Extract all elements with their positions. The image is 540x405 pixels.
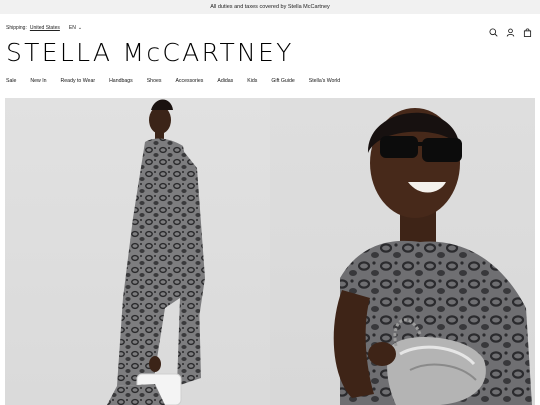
nav-item-stellas-world[interactable]: Stella's World [309,78,340,84]
hero-image-left[interactable] [5,98,270,405]
nav-item-new-in[interactable]: New In [30,78,46,84]
search-icon[interactable] [489,24,498,37]
brand-logo[interactable]: STELLA McCARTNEY [6,38,306,68]
shipping-country[interactable]: United States [30,25,60,31]
hero-banner[interactable] [5,98,535,405]
language-selector[interactable]: EN ⌄ [69,25,82,31]
nav-item-sale[interactable]: Sale [6,78,16,84]
bag-icon[interactable] [523,24,532,37]
language-label: EN [68,25,76,31]
model-portrait-image [333,108,532,405]
shipping-label: Shipping: [6,25,27,31]
hero-image-right[interactable] [270,98,535,405]
account-icon[interactable] [506,24,515,37]
header-icons [489,24,532,37]
nav-item-ready-to-wear[interactable]: Ready to Wear [61,78,96,84]
brand-logo-text: STELLA McCARTNEY [6,38,294,67]
announcement-text: All duties and taxes covered by Stella M… [210,4,330,10]
shipping-selector[interactable]: Shipping: United States EN ⌄ [6,25,82,31]
nav-item-gift-guide[interactable]: Gift Guide [271,78,294,84]
chevron-down-icon: ⌄ [77,25,83,31]
utility-bar: Shipping: United States EN ⌄ [0,20,540,37]
nav-item-shoes[interactable]: Shoes [147,78,162,84]
nav-item-accessories[interactable]: Accessories [175,78,203,84]
model-full-length-image [107,99,205,405]
nav-item-kids[interactable]: Kids [247,78,257,84]
announcement-bar: All duties and taxes covered by Stella M… [0,0,540,14]
nav-item-adidas[interactable]: Adidas [217,78,233,84]
main-nav: Sale New In Ready to Wear Handbags Shoes… [6,78,354,84]
nav-item-handbags[interactable]: Handbags [109,78,133,84]
